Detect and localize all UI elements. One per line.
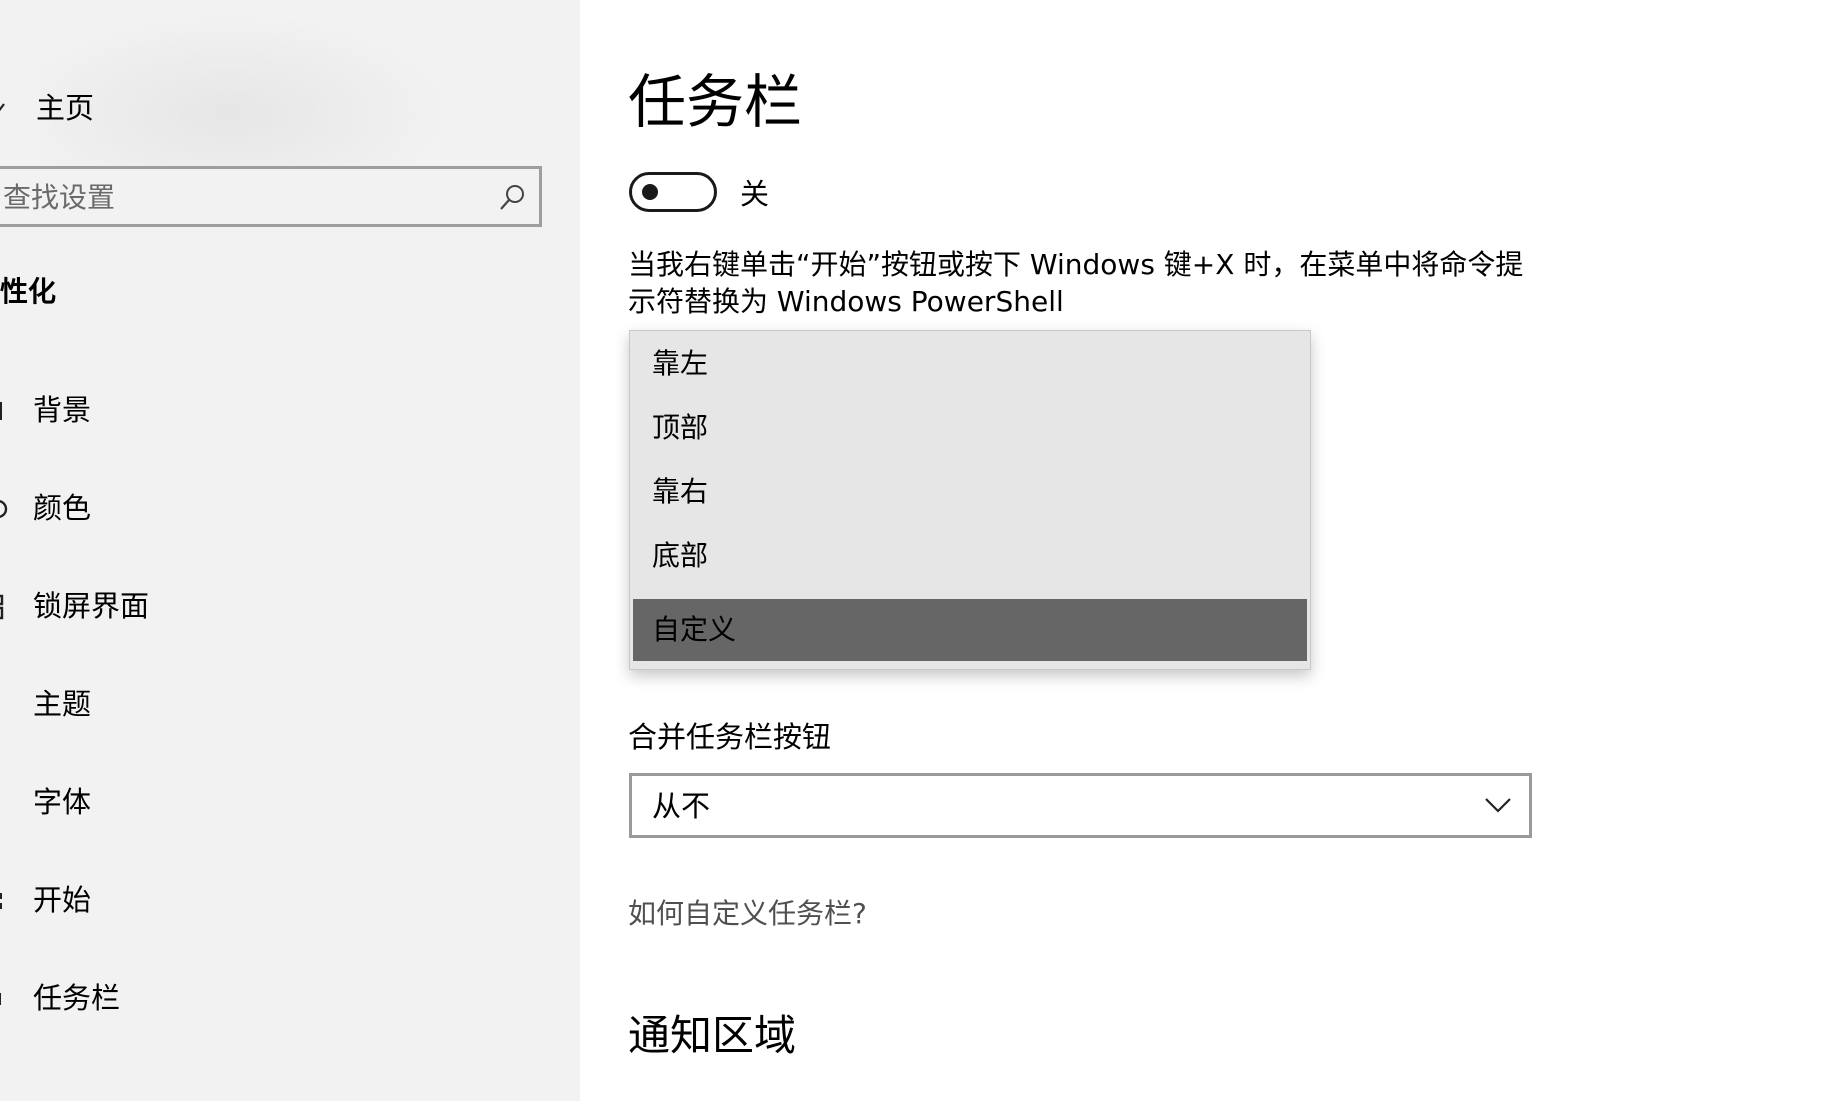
start-icon xyxy=(0,893,2,909)
sidebar-item-label: 开始 xyxy=(33,883,92,917)
combine-buttons-select[interactable]: 从不 xyxy=(629,773,1532,838)
toggle-knob xyxy=(642,184,658,200)
search-icon[interactable] xyxy=(499,183,527,211)
sidebar-item-lock-screen[interactable]: 锁屏界面 xyxy=(0,588,560,648)
sidebar-item-home[interactable]: 主页 xyxy=(0,84,560,144)
help-link[interactable]: 如何自定义任务栏? xyxy=(628,896,867,932)
combine-buttons-value: 从不 xyxy=(652,789,711,823)
powershell-toggle[interactable] xyxy=(629,172,717,212)
sidebar-item-colors[interactable]: 颜色 xyxy=(0,490,560,550)
lock-screen-icon xyxy=(0,594,4,620)
sidebar-item-label: 主页 xyxy=(36,91,95,125)
taskbar-icon xyxy=(0,993,1,1005)
dropdown-option-right[interactable]: 靠右 xyxy=(633,461,1307,523)
sidebar-item-label: 任务栏 xyxy=(33,981,121,1015)
dropdown-option-bottom[interactable]: 底部 xyxy=(633,525,1307,587)
main-content: 任务栏 关 当我右键单击“开始”按钮或按下 Windows 键+X 时，在菜单中… xyxy=(580,0,1830,1101)
combine-buttons-label: 合并任务栏按钮 xyxy=(628,720,832,754)
palette-icon xyxy=(0,500,8,518)
sidebar-item-label: 字体 xyxy=(33,785,92,819)
chevron-down-icon xyxy=(1485,798,1511,813)
sidebar-item-taskbar[interactable]: 任务栏 xyxy=(0,980,560,1040)
dropdown-option-left[interactable]: 靠左 xyxy=(633,333,1307,395)
sidebar-item-label: 主题 xyxy=(33,687,92,721)
taskbar-location-dropdown[interactable]: 靠左 顶部 靠右 底部 自定义 xyxy=(629,330,1311,670)
setting-description: 当我右键单击“开始”按钮或按下 Windows 键+X 时，在菜单中将命令提示符… xyxy=(628,248,1524,318)
picture-icon xyxy=(0,402,2,420)
sidebar-item-themes[interactable]: 主题 xyxy=(0,686,560,746)
section-title: 性化 xyxy=(0,275,57,308)
dropdown-option-top[interactable]: 顶部 xyxy=(633,397,1307,459)
sidebar: 主页 性化 背景 颜色 锁屏界面 主题 字体 xyxy=(0,0,580,1101)
sidebar-item-fonts[interactable]: 字体 xyxy=(0,784,560,844)
notification-area-title: 通知区域 xyxy=(628,1011,797,1060)
sidebar-item-start[interactable]: 开始 xyxy=(0,882,560,942)
page-title: 任务栏 xyxy=(628,68,803,136)
search-box[interactable] xyxy=(0,166,542,227)
sidebar-item-label: 背景 xyxy=(33,393,92,427)
dropdown-option-custom[interactable]: 自定义 xyxy=(633,599,1307,661)
sidebar-item-label: 锁屏界面 xyxy=(33,589,150,623)
sidebar-item-background[interactable]: 背景 xyxy=(0,392,560,452)
sidebar-item-label: 颜色 xyxy=(33,491,92,525)
toggle-state-label: 关 xyxy=(740,177,770,211)
home-icon xyxy=(0,103,5,112)
search-input[interactable] xyxy=(3,175,483,219)
